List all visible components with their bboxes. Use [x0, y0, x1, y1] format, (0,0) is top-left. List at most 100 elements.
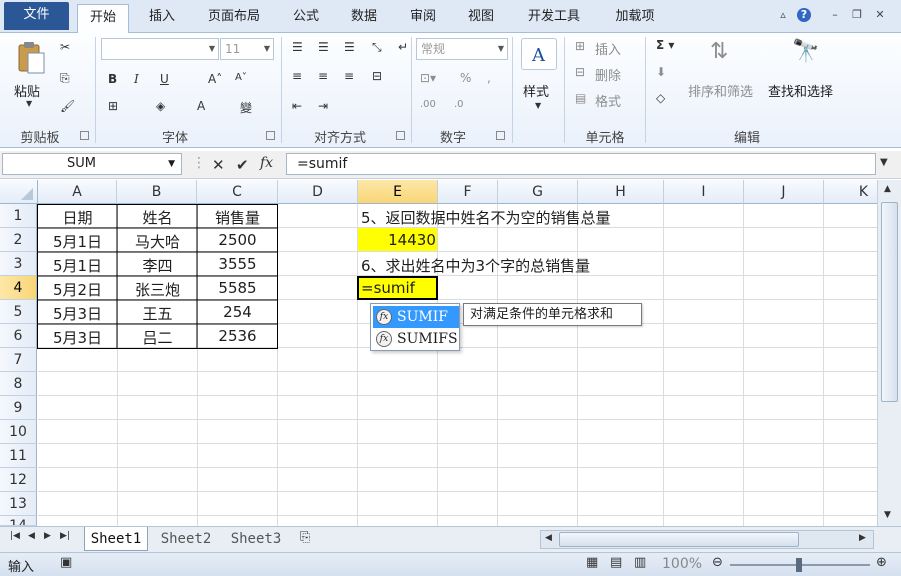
- restore-window-icon[interactable]: ❐: [850, 8, 864, 22]
- delete-cells-button[interactable]: 删除: [595, 65, 621, 84]
- sheet-tab-sheet1[interactable]: Sheet1: [84, 527, 148, 551]
- row-header[interactable]: 6: [0, 324, 37, 348]
- insert-function-icon[interactable]: fx: [260, 155, 273, 171]
- tab-review[interactable]: 审阅: [397, 4, 449, 33]
- decrease-indent-icon[interactable]: ⇤: [292, 99, 302, 113]
- sort-filter-icon[interactable]: ⇅: [710, 39, 728, 64]
- table-cell[interactable]: 吕二: [118, 327, 197, 348]
- number-format-select[interactable]: 常规 ▼: [416, 38, 508, 60]
- row-header[interactable]: 1: [0, 204, 37, 228]
- column-header[interactable]: C: [197, 180, 278, 204]
- row-header[interactable]: 13: [0, 492, 37, 516]
- row-header[interactable]: 10: [0, 420, 37, 444]
- sheet-tab-sheet2[interactable]: Sheet2: [154, 527, 218, 551]
- paste-button[interactable]: 粘贴: [14, 81, 40, 100]
- page-layout-view-icon[interactable]: ▤: [610, 555, 622, 570]
- tab-addins[interactable]: 加载项: [603, 4, 667, 33]
- table-cell[interactable]: 王五: [118, 303, 197, 324]
- paste-icon[interactable]: [14, 41, 46, 75]
- column-header[interactable]: J: [744, 180, 824, 204]
- tab-insert[interactable]: 插入: [136, 4, 188, 33]
- bold-icon[interactable]: B: [108, 72, 117, 86]
- zoom-slider[interactable]: [730, 558, 870, 572]
- first-sheet-icon[interactable]: |◀: [10, 531, 20, 541]
- column-header[interactable]: D: [278, 180, 358, 204]
- table-cell[interactable]: 2500: [198, 231, 277, 249]
- expand-formula-bar-icon[interactable]: ▼: [880, 157, 888, 168]
- font-name-select[interactable]: ▼: [101, 38, 219, 60]
- table-cell[interactable]: 李四: [118, 255, 197, 276]
- shrink-font-icon[interactable]: A˅: [235, 72, 247, 83]
- table-cell[interactable]: 张三炮: [118, 279, 197, 300]
- accounting-format-icon[interactable]: ⊡▾: [420, 71, 436, 85]
- clipboard-launcher-icon[interactable]: [80, 131, 89, 140]
- table-header-cell[interactable]: 销售量: [198, 207, 277, 228]
- find-select-button[interactable]: 查找和选择: [768, 81, 833, 100]
- copy-icon[interactable]: ⎘: [60, 71, 70, 86]
- scroll-down-icon[interactable]: ▼: [884, 510, 891, 520]
- table-cell[interactable]: 5月2日: [38, 279, 117, 300]
- page-break-view-icon[interactable]: ▥: [634, 555, 646, 570]
- column-header-selected[interactable]: E: [358, 180, 438, 204]
- column-header[interactable]: B: [117, 180, 197, 204]
- orientation-icon[interactable]: ⤡: [372, 40, 382, 55]
- autocomplete-item-selected[interactable]: fx SUMIF: [373, 306, 459, 328]
- comma-style-icon[interactable]: ,: [487, 71, 491, 85]
- question-6-text[interactable]: 6、求出姓名中为3个字的总销售量: [361, 255, 590, 276]
- tab-home[interactable]: 开始: [77, 4, 129, 34]
- font-size-select[interactable]: 11 ▼: [220, 38, 274, 60]
- row-header[interactable]: 12: [0, 468, 37, 492]
- format-cells-icon[interactable]: ▤: [575, 91, 586, 105]
- percent-icon[interactable]: %: [460, 71, 471, 85]
- fill-icon[interactable]: ⬇: [656, 65, 666, 79]
- italic-icon[interactable]: I: [134, 72, 139, 86]
- row-header-selected[interactable]: 4: [0, 276, 37, 300]
- column-header[interactable]: G: [498, 180, 578, 204]
- prev-sheet-icon[interactable]: ◀: [28, 531, 35, 541]
- decrease-decimal-icon[interactable]: .0: [454, 99, 464, 110]
- zoom-in-icon[interactable]: ⊕: [876, 555, 887, 570]
- tab-developer[interactable]: 开发工具: [514, 4, 594, 33]
- question-5-answer[interactable]: 14430: [358, 231, 466, 249]
- question-5-text[interactable]: 5、返回数据中姓名不为空的销售总量: [361, 207, 611, 228]
- row-header[interactable]: 3: [0, 252, 37, 276]
- horizontal-scroll-thumb[interactable]: [559, 532, 799, 547]
- row-header[interactable]: 2: [0, 228, 37, 252]
- row-header[interactable]: 8: [0, 372, 37, 396]
- enter-entry-icon[interactable]: ✔: [236, 156, 249, 174]
- tab-page-layout[interactable]: 页面布局: [196, 4, 272, 33]
- minimize-window-icon[interactable]: –: [828, 8, 842, 22]
- fill-color-icon[interactable]: ◈: [156, 99, 165, 113]
- worksheet-grid[interactable]: A B C D E F G H I J K 1 2 3 4 5 6 7 8 9 …: [0, 180, 877, 526]
- row-header[interactable]: 5: [0, 300, 37, 324]
- table-cell[interactable]: 254: [198, 303, 277, 321]
- select-all-button[interactable]: [0, 180, 38, 204]
- minimize-ribbon-icon[interactable]: ▵: [776, 8, 790, 22]
- cut-icon[interactable]: ✂: [60, 40, 70, 54]
- align-center-icon[interactable]: ≡: [318, 69, 328, 83]
- sheet-tab-sheet3[interactable]: Sheet3: [224, 527, 288, 551]
- delete-cells-icon[interactable]: ⊟: [575, 65, 585, 79]
- font-color-icon[interactable]: A: [197, 99, 205, 113]
- close-window-icon[interactable]: ✕: [873, 8, 887, 22]
- zoom-level[interactable]: 100%: [662, 556, 702, 572]
- row-header[interactable]: 7: [0, 348, 37, 372]
- scroll-left-icon[interactable]: ◀: [545, 533, 552, 543]
- autocomplete-item[interactable]: fx SUMIFS: [373, 328, 459, 350]
- insert-cells-button[interactable]: 插入: [595, 39, 621, 58]
- styles-icon[interactable]: A: [521, 38, 557, 70]
- column-header[interactable]: I: [664, 180, 744, 204]
- column-header[interactable]: H: [578, 180, 664, 204]
- last-sheet-icon[interactable]: ▶|: [60, 531, 70, 541]
- align-middle-icon[interactable]: ☰: [318, 40, 329, 54]
- row-header[interactable]: 11: [0, 444, 37, 468]
- number-launcher-icon[interactable]: [496, 131, 505, 140]
- format-painter-icon[interactable]: 🖌: [60, 99, 75, 113]
- format-cells-button[interactable]: 格式: [595, 91, 621, 110]
- function-autocomplete-list[interactable]: fx SUMIF fx SUMIFS: [370, 303, 460, 351]
- increase-indent-icon[interactable]: ⇥: [318, 99, 328, 113]
- zoom-out-icon[interactable]: ⊖: [712, 555, 723, 570]
- tab-formulas[interactable]: 公式: [280, 4, 332, 33]
- wrap-text-icon[interactable]: ↵: [398, 40, 408, 54]
- formula-bar-splitter-icon[interactable]: ⋮: [192, 155, 206, 171]
